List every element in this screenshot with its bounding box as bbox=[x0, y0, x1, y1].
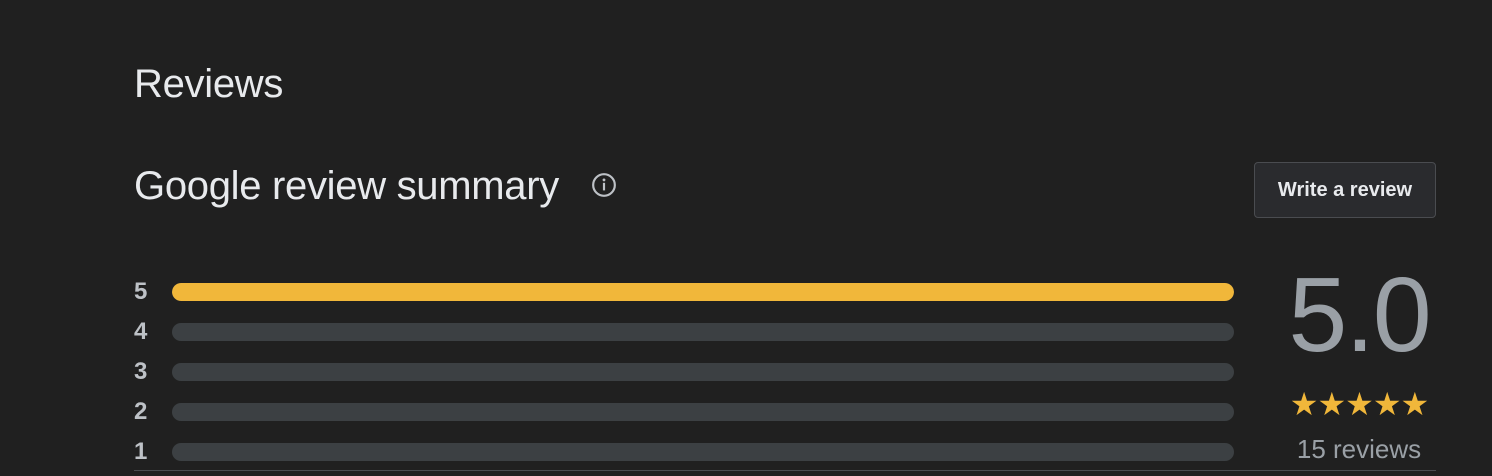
rating-bar-track bbox=[172, 363, 1234, 381]
rating-row-4[interactable]: 4 bbox=[134, 312, 1234, 352]
rating-row-label: 3 bbox=[134, 358, 148, 385]
rating-bar-track bbox=[172, 323, 1234, 341]
rating-row-label: 5 bbox=[134, 278, 148, 305]
rating-distribution: 5 4 3 2 1 bbox=[134, 272, 1234, 472]
rating-row-label: 1 bbox=[134, 438, 148, 465]
rating-row-1[interactable]: 1 bbox=[134, 432, 1234, 472]
review-summary-title: Google review summary bbox=[134, 164, 559, 208]
rating-summary: 5.0 ★★★★★ 15 reviews bbox=[1276, 262, 1442, 466]
rating-row-3[interactable]: 3 bbox=[134, 352, 1234, 392]
star-rating: ★★★★★ bbox=[1289, 385, 1429, 423]
reviews-heading: Reviews bbox=[134, 62, 284, 106]
write-review-button[interactable]: Write a review bbox=[1254, 162, 1436, 218]
rating-row-5[interactable]: 5 bbox=[134, 272, 1234, 312]
rating-row-2[interactable]: 2 bbox=[134, 392, 1234, 432]
rating-bar-fill bbox=[172, 283, 1234, 301]
rating-bar-track bbox=[172, 443, 1234, 461]
rating-row-label: 2 bbox=[134, 398, 148, 425]
info-icon[interactable] bbox=[591, 172, 617, 198]
reviews-section: Reviews Google review summary Write a re… bbox=[0, 0, 1492, 476]
review-count-link[interactable]: 15 reviews bbox=[1276, 432, 1442, 466]
average-rating: 5.0 bbox=[1288, 256, 1431, 374]
rating-row-label: 4 bbox=[134, 318, 148, 345]
divider bbox=[134, 470, 1436, 471]
rating-bar-track bbox=[172, 283, 1234, 301]
rating-bar-track bbox=[172, 403, 1234, 421]
